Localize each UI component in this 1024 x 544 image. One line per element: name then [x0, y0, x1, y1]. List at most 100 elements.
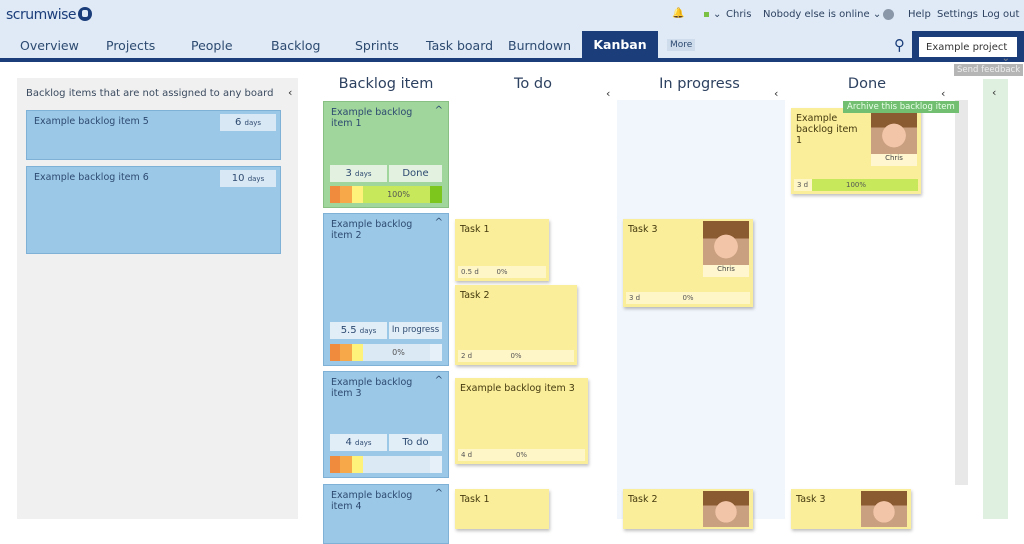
estimate-unit: days [247, 175, 265, 183]
collapse-panel-icon[interactable]: ‹ [288, 86, 292, 99]
status-badge[interactable]: In progress [389, 322, 442, 339]
avatar-photo [703, 491, 749, 527]
backlog-item-card[interactable]: Example backlog item 3 ^ 4 days To do [323, 371, 449, 478]
task-progress: 100% [845, 181, 866, 189]
scrollbar[interactable] [955, 100, 968, 485]
progress-value: 100% [387, 190, 410, 199]
progress-bar: 100% [330, 186, 442, 203]
tab-people[interactable]: People [191, 38, 233, 53]
card-title: Example backlog item 1 [331, 107, 413, 129]
task-title: Task 1 [460, 224, 490, 235]
task-title: Example backlog item 3 [460, 383, 575, 394]
assignee-name: Chris [717, 265, 735, 273]
estimate-value: 10 [231, 173, 245, 184]
task-card[interactable]: Task 2 [623, 489, 753, 529]
estimate-badge: 3 days [330, 165, 387, 182]
task-progress: 0% [496, 268, 508, 276]
task-card[interactable]: Example backlog item 3 4 d 0% [455, 378, 588, 464]
tab-burndown[interactable]: Burndown [508, 38, 571, 53]
more-button[interactable]: More [667, 39, 696, 51]
collapse-in-progress-icon[interactable]: ‹ [774, 87, 778, 100]
online-users-menu[interactable]: Nobody else is online ⌄ [763, 9, 881, 20]
task-title: Example backlog item 1 [796, 113, 858, 146]
tab-projects[interactable]: Projects [106, 38, 155, 53]
backlog-item-card[interactable]: Example backlog item 2 ^ 5.5 days In progre… [323, 213, 449, 366]
task-footer: 3 d 100% [794, 179, 918, 191]
backlog-item-card[interactable]: Example backlog item 4 ^ [323, 484, 449, 544]
estimate-value: 3 [345, 168, 352, 179]
task-card[interactable]: Example backlog item 1 3 d 100% Chris [791, 108, 921, 194]
nav-underline [0, 58, 1024, 62]
archive-column [983, 79, 1008, 519]
estimate-badge: 4 days [330, 434, 387, 451]
collapse-caret-icon[interactable]: ^ [435, 217, 443, 228]
task-footer: 4 d 0% [458, 449, 585, 461]
tab-sprints[interactable]: Sprints [355, 38, 399, 53]
tab-backlog[interactable]: Backlog [271, 38, 320, 53]
expand-archive-icon[interactable]: ‹ [992, 86, 996, 99]
collapse-caret-icon[interactable]: ^ [435, 488, 443, 499]
scrumwise-logo[interactable]: scrumwise [6, 7, 93, 23]
collapse-caret-icon[interactable]: ^ [435, 105, 443, 116]
collapse-done-icon[interactable]: ‹ [941, 87, 945, 100]
estimate-badge: 10 days [220, 170, 276, 187]
help-link[interactable]: Help [908, 9, 931, 20]
estimate-unit: days [355, 439, 372, 447]
collapse-caret-icon[interactable]: ^ [435, 375, 443, 386]
task-progress: 0% [510, 352, 522, 360]
column-header-done: Done [847, 76, 887, 92]
task-progress: 0% [515, 451, 528, 459]
card-title: Example backlog item 4 [331, 490, 413, 512]
progress-bar: 0% [330, 344, 442, 361]
unassigned-backlog-card[interactable]: Example backlog item 5 6 days [26, 110, 281, 160]
bell-icon[interactable]: 🔔 [672, 8, 684, 19]
logout-link[interactable]: Log out [982, 9, 1019, 20]
assignee-avatar[interactable] [703, 491, 749, 527]
tab-task-board[interactable]: Task board [426, 38, 493, 53]
assignee-avatar[interactable] [861, 491, 907, 527]
card-title: Example backlog item 3 [331, 377, 413, 399]
task-card[interactable]: Task 1 [455, 489, 549, 529]
assignee-name: Chris [885, 154, 903, 162]
column-header-to-do: To do [514, 76, 552, 92]
search-icon[interactable]: ⚲ [894, 36, 905, 54]
card-title: Example backlog item 5 [34, 116, 149, 127]
collapse-todo-icon[interactable]: ‹ [606, 87, 610, 100]
task-footer: 2 d 0% [458, 350, 574, 362]
tab-kanban[interactable]: Kanban [582, 31, 658, 60]
column-header-in-progress: In progress [659, 76, 740, 92]
task-card[interactable]: Task 33 d 0% Chris [623, 219, 753, 307]
tab-overview[interactable]: Overview [20, 38, 79, 53]
chevron-down-icon[interactable]: ⌄ [713, 9, 721, 20]
task-title: Task 1 [460, 494, 490, 505]
check-icon[interactable] [883, 9, 894, 20]
send-feedback-button[interactable]: Send feedback [954, 64, 1024, 76]
estimate-badge: 5.5 days [330, 322, 387, 339]
archive-tooltip[interactable]: Archive this backlog item [843, 101, 959, 113]
estimate-unit: days [244, 119, 262, 127]
task-footer: 0.5 d 0% [458, 266, 546, 278]
avatar-photo [703, 221, 749, 265]
status-dot-icon [704, 12, 709, 17]
assignee-avatar[interactable]: Chris [871, 110, 917, 166]
estimate-value: 4 [345, 437, 352, 448]
task-progress: 0% [682, 294, 694, 302]
project-selector[interactable]: Example project ⌄ [917, 35, 1019, 64]
avatar-photo [871, 110, 917, 154]
progress-bar [330, 456, 442, 473]
estimate-value: 6 [234, 117, 242, 128]
status-badge[interactable]: To do [389, 434, 442, 451]
user-menu[interactable]: Chris [726, 9, 751, 20]
estimate-unit: days [359, 327, 377, 335]
task-card[interactable]: Task 1 0.5 d 0% [455, 219, 549, 281]
assignee-avatar[interactable]: Chris [703, 221, 749, 277]
estimate-value: 5.5 [340, 325, 357, 336]
status-badge[interactable]: Done [389, 165, 442, 182]
task-card[interactable]: Task 2 2 d 0% [455, 285, 577, 365]
in-progress-column-bg [617, 100, 785, 519]
unassigned-backlog-card[interactable]: Example backlog item 6 10 days [26, 166, 281, 254]
card-title: Example backlog item 6 [34, 172, 149, 183]
task-card[interactable]: Task 3 [791, 489, 911, 529]
backlog-item-card[interactable]: Example backlog item 1 ^ 3 days Done 100% [323, 101, 449, 208]
settings-link[interactable]: Settings [937, 9, 978, 20]
